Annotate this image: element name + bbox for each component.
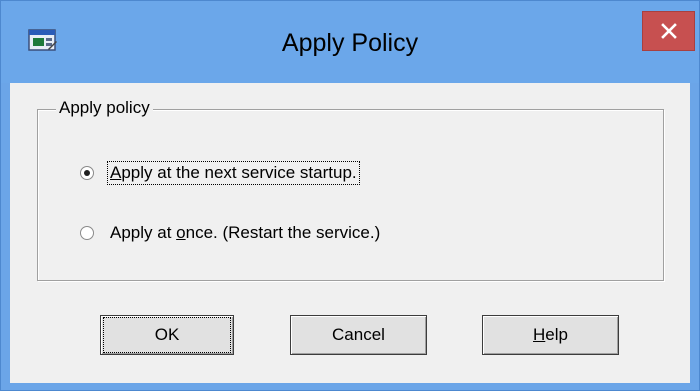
ok-button[interactable]: OK xyxy=(100,315,234,355)
ok-button-label: OK xyxy=(103,317,231,353)
radio-label-next-startup[interactable]: Apply at the next service startup. xyxy=(107,161,360,185)
dialog-client-area: Apply policy Apply at the next service s… xyxy=(10,83,690,383)
window-title: Apply Policy xyxy=(281,29,419,57)
close-button[interactable] xyxy=(642,11,695,51)
cancel-button[interactable]: Cancel xyxy=(290,315,427,355)
apply-policy-group xyxy=(37,109,664,281)
radio-label-apply-at-once[interactable]: Apply at once. (Restart the service.) xyxy=(108,222,382,244)
close-icon xyxy=(661,23,677,39)
cancel-button-label: Cancel xyxy=(332,325,385,344)
group-legend: Apply policy xyxy=(56,97,153,119)
radio-next-startup[interactable]: Apply at the next service startup. xyxy=(80,158,360,188)
radio-apply-at-once[interactable]: Apply at once. (Restart the service.) xyxy=(80,218,382,248)
help-button-label: Help xyxy=(533,325,568,344)
dialog-window: Apply Policy Apply policy Apply at the n… xyxy=(0,0,700,391)
help-button[interactable]: Help xyxy=(482,315,619,355)
radio-button-checked[interactable] xyxy=(80,166,94,180)
radio-button-unchecked[interactable] xyxy=(80,226,94,240)
title-bar[interactable]: Apply Policy xyxy=(1,1,699,83)
